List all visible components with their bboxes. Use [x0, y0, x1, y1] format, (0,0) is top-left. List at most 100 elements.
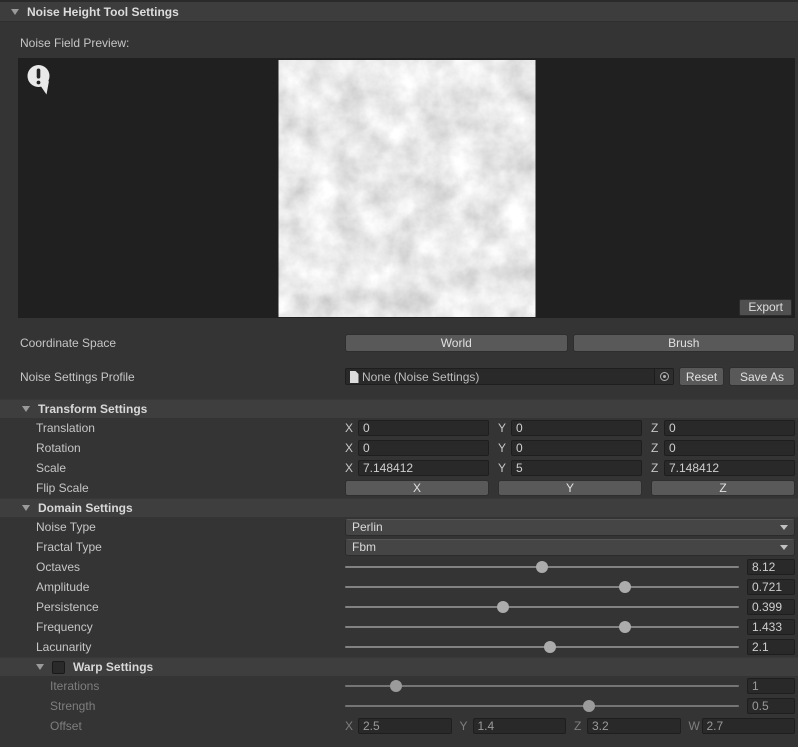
offset-z-input[interactable]: [587, 718, 681, 734]
chevron-down-icon: [780, 545, 788, 550]
axis-label-y: Y: [498, 421, 507, 435]
translation-z-input[interactable]: [664, 420, 795, 436]
fractal-type-dropdown[interactable]: Fbm: [345, 539, 795, 556]
axis-label-z: Z: [651, 441, 660, 455]
lacunarity-value-input[interactable]: [747, 639, 795, 655]
scale-z-input[interactable]: [664, 460, 795, 476]
strength-row: Strength: [0, 696, 798, 716]
axis-label-x: X: [345, 719, 354, 733]
scale-y-input[interactable]: [511, 460, 642, 476]
domain-settings-title: Domain Settings: [38, 501, 133, 515]
noise-type-label: Noise Type: [36, 520, 345, 534]
slider-thumb[interactable]: [390, 680, 402, 692]
slider-track[interactable]: [345, 685, 739, 687]
slider-track[interactable]: [345, 626, 739, 628]
rotation-label: Rotation: [36, 441, 345, 455]
lacunarity-label: Lacunarity: [36, 640, 345, 654]
axis-label-z: Z: [651, 461, 660, 475]
octaves-row: Octaves: [0, 557, 798, 577]
slider-track[interactable]: [345, 606, 739, 608]
chevron-down-icon: [780, 525, 788, 530]
rotation-x-input[interactable]: [358, 440, 489, 456]
foldout-arrow-icon[interactable]: [22, 406, 30, 412]
frequency-value-input[interactable]: [747, 619, 795, 635]
object-picker-icon: [660, 372, 669, 381]
noise-preview-panel: Export: [18, 58, 795, 318]
world-button[interactable]: World: [345, 334, 568, 352]
axis-label-y: Y: [498, 441, 507, 455]
persistence-row: Persistence: [0, 597, 798, 617]
lacunarity-slider[interactable]: [345, 639, 739, 655]
noise-type-value: Perlin: [352, 520, 780, 534]
iterations-label: Iterations: [50, 679, 345, 693]
offset-y-input[interactable]: [473, 718, 567, 734]
iterations-row: Iterations: [0, 676, 798, 696]
persistence-slider[interactable]: [345, 599, 739, 615]
frequency-slider[interactable]: [345, 619, 739, 635]
brush-button[interactable]: Brush: [573, 334, 796, 352]
amplitude-slider[interactable]: [345, 579, 739, 595]
amplitude-row: Amplitude: [0, 577, 798, 597]
warp-settings-header[interactable]: Warp Settings: [0, 657, 798, 676]
warp-settings-checkbox[interactable]: [52, 661, 65, 674]
offset-w-input[interactable]: [702, 718, 796, 734]
flip-y-button[interactable]: Y: [498, 480, 642, 496]
foldout-arrow-icon[interactable]: [11, 9, 19, 15]
slider-thumb[interactable]: [544, 641, 556, 653]
lacunarity-row: Lacunarity: [0, 637, 798, 657]
translation-y-input[interactable]: [511, 420, 642, 436]
iterations-value-input[interactable]: [747, 678, 795, 694]
persistence-label: Persistence: [36, 600, 345, 614]
foldout-arrow-icon[interactable]: [22, 505, 30, 511]
axis-label-z: Z: [574, 719, 583, 733]
frequency-row: Frequency: [0, 617, 798, 637]
foldout-arrow-icon[interactable]: [36, 664, 44, 670]
reset-button[interactable]: Reset: [679, 367, 724, 386]
slider-thumb[interactable]: [583, 700, 595, 712]
rotation-y-input[interactable]: [511, 440, 642, 456]
slider-track[interactable]: [345, 705, 739, 707]
slider-thumb[interactable]: [497, 601, 509, 613]
save-as-button[interactable]: Save As: [729, 367, 795, 386]
slider-track[interactable]: [345, 586, 739, 588]
flip-z-button[interactable]: Z: [651, 480, 795, 496]
axis-label-w: W: [689, 719, 698, 733]
flip-scale-label: Flip Scale: [36, 481, 345, 495]
export-button[interactable]: Export: [739, 299, 792, 316]
offset-x-input[interactable]: [358, 718, 452, 734]
scale-label: Scale: [36, 461, 345, 475]
strength-value-input[interactable]: [747, 698, 795, 714]
persistence-value-input[interactable]: [747, 599, 795, 615]
noise-preview-image: [278, 60, 535, 317]
slider-thumb[interactable]: [619, 581, 631, 593]
octaves-value-input[interactable]: [747, 559, 795, 575]
rotation-row: Rotation X Y Z: [0, 438, 798, 458]
object-picker-button[interactable]: [654, 369, 673, 384]
scale-x-input[interactable]: [358, 460, 489, 476]
noise-settings-object-field[interactable]: None (Noise Settings): [345, 368, 674, 385]
translation-x-input[interactable]: [358, 420, 489, 436]
fractal-type-row: Fractal Type Fbm: [0, 537, 798, 557]
translation-label: Translation: [36, 421, 345, 435]
strength-slider[interactable]: [345, 698, 739, 714]
axis-label-x: X: [345, 441, 354, 455]
octaves-slider[interactable]: [345, 559, 739, 575]
amplitude-value-input[interactable]: [747, 579, 795, 595]
axis-label-x: X: [345, 421, 354, 435]
domain-settings-header[interactable]: Domain Settings: [0, 498, 798, 517]
panel-header[interactable]: Noise Height Tool Settings: [0, 0, 798, 22]
slider-thumb[interactable]: [536, 561, 548, 573]
frequency-label: Frequency: [36, 620, 345, 634]
slider-track[interactable]: [345, 646, 739, 648]
iterations-slider[interactable]: [345, 678, 739, 694]
flip-x-button[interactable]: X: [345, 480, 489, 496]
axis-label-y: Y: [498, 461, 507, 475]
slider-thumb[interactable]: [619, 621, 631, 633]
translation-row: Translation X Y Z: [0, 418, 798, 438]
object-field-value: None (Noise Settings): [359, 370, 654, 384]
info-bubble-icon: [26, 63, 53, 97]
noise-type-dropdown[interactable]: Perlin: [345, 519, 795, 536]
octaves-label: Octaves: [36, 560, 345, 574]
rotation-z-input[interactable]: [664, 440, 795, 456]
transform-settings-header[interactable]: Transform Settings: [0, 399, 798, 418]
